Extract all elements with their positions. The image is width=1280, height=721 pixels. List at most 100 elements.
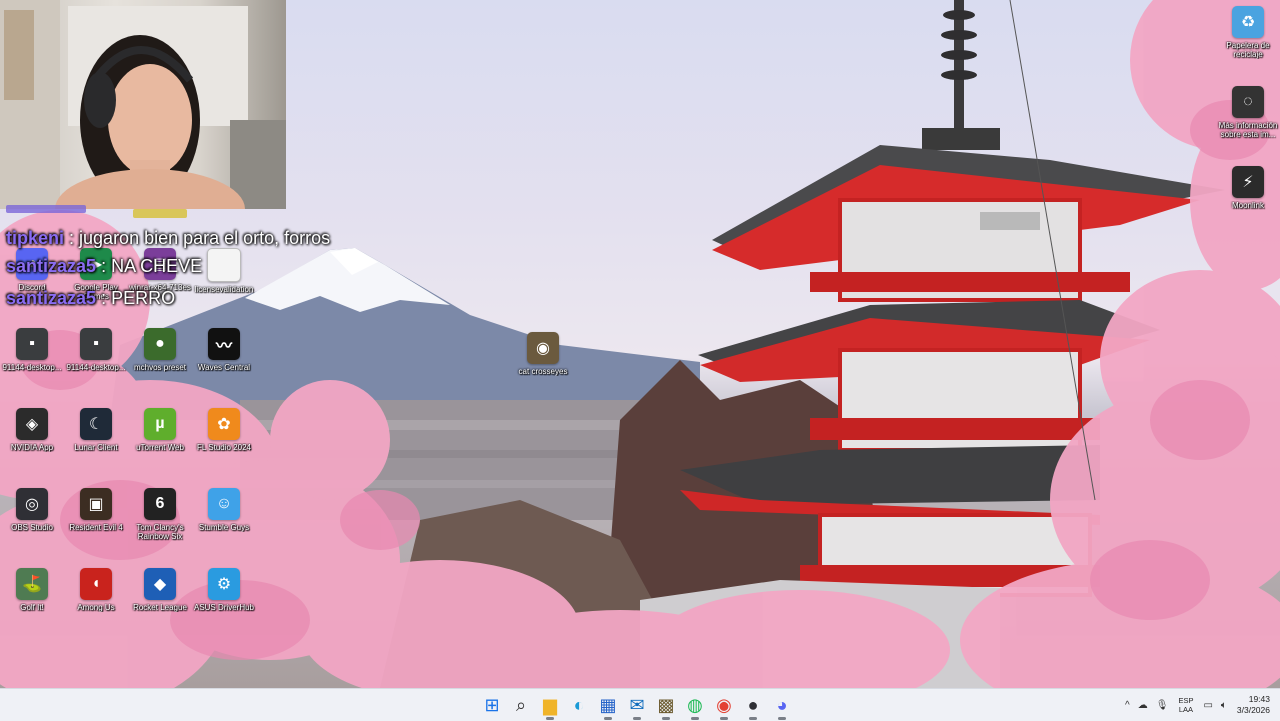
search-button[interactable]: ⌕ <box>509 693 533 717</box>
desktop-shortcut-label: ASUS DriverHub <box>193 603 254 612</box>
start-button[interactable]: ⊞ <box>480 693 504 717</box>
chat-text: : jugaron bien para el orto, forros <box>69 228 331 248</box>
network-icon[interactable]: ▭ <box>1203 700 1212 711</box>
asus-driverhub-icon: ⚙ <box>208 568 240 600</box>
desktop-shortcut[interactable]: ⛳ Golf It! <box>0 568 64 638</box>
system-tray: ^ ☁ 🎙︎ ESP LAA ▭ 🔈︎ 19:43 3/3/2026 <box>1121 689 1280 721</box>
desktop-shortcut[interactable]: 6 Tom Clancy's Rainbow Six <box>128 488 192 558</box>
file-explorer-button[interactable]: ▆ <box>538 693 562 720</box>
file-explorer-icon: ▆ <box>543 695 557 715</box>
nvidia-icon: ◈ <box>16 408 48 440</box>
start-icon: ⊞ <box>484 695 500 715</box>
moonlink-icon: ⚡ <box>1232 166 1264 198</box>
desktop-shortcut[interactable]: ◉ cat crosseyes <box>511 332 575 402</box>
desktop-shortcut[interactable]: ⚙ ASUS DriverHub <box>192 568 256 638</box>
desktop-shortcut-label: Moonlink <box>1231 201 1264 210</box>
show-hidden-icons-chevron[interactable]: ^ <box>1125 700 1130 711</box>
desktop-file-icon: ▪ <box>80 328 112 360</box>
desktop-shortcut[interactable]: ▪ 91144-desktop... <box>64 328 128 398</box>
utorrent-icon: µ <box>144 408 176 440</box>
chat-username: tipkeni <box>6 228 65 248</box>
desktop-shortcut-label: Papelera de reciclaje <box>1226 41 1270 59</box>
desktop-shortcut-label: Golf It! <box>20 603 44 612</box>
spotify-icon: ◍ <box>687 695 703 715</box>
fl-studio-icon: ✿ <box>208 408 240 440</box>
desktop-shortcut-label: Tom Clancy's Rainbow Six <box>136 523 184 541</box>
chat-message: santizaza5 : NA CHEVE <box>6 256 336 277</box>
desktop-shortcut-label: Waves Central <box>197 363 251 372</box>
edge-icon: ◐ <box>573 695 585 715</box>
info-camera-icon: ◌ <box>1232 86 1264 118</box>
desktop-shortcut[interactable]: ☾ Lunar Client <box>64 408 128 478</box>
stream-chat-overlay: tipkeni : jugaron bien para el orto, for… <box>6 228 336 320</box>
desktop-shortcut[interactable]: ▪ 91144-desktop... <box>0 328 64 398</box>
desktop-shortcut-label: cat crosseyes <box>518 367 568 376</box>
store-button[interactable]: ▦ <box>596 693 620 720</box>
clock[interactable]: 19:43 3/3/2026 <box>1237 694 1270 716</box>
desktop-file-icon: ▪ <box>16 328 48 360</box>
desktop-shortcut-label: 91144-desktop... <box>2 363 62 372</box>
chrome-icon: ◉ <box>716 695 732 715</box>
desktop-shortcut[interactable]: ✿ FL Studio 2024 <box>192 408 256 478</box>
chat-username: santizaza5 <box>6 256 97 276</box>
desktop-shortcut[interactable]: ☺ Stumble Guys <box>192 488 256 558</box>
desktop-shortcut[interactable]: ◌ Más información sobre esta im... <box>1216 86 1280 156</box>
desktop-shortcut-label: Stumble Guys <box>198 523 250 532</box>
desktop-shortcut[interactable]: ⚡ Moonlink <box>1216 166 1280 236</box>
discord-button[interactable]: ◕ <box>770 693 794 720</box>
desktop-shortcut-label: Lunar Client <box>74 443 118 452</box>
resident-evil-icon: ▣ <box>80 488 112 520</box>
desktop-shortcut-label: Resident Evil 4 <box>69 523 123 532</box>
clock-date: 3/3/2026 <box>1236 705 1270 715</box>
desktop-shortcut-label: OBS Studio <box>11 523 53 532</box>
desktop-shortcut[interactable]: ▣ Resident Evil 4 <box>64 488 128 558</box>
chat-faded-line <box>6 205 86 213</box>
desktop-shortcut[interactable]: ◎ OBS Studio <box>0 488 64 558</box>
obs-icon: ◎ <box>16 488 48 520</box>
spotify-button[interactable]: ◍ <box>683 693 707 720</box>
obs-icon: ● <box>747 695 759 715</box>
taskbar: ⊞ ⌕ ▆ ◐ ▦ ✉ ▩ ◍ ◉ ● ◕ ^ ☁ 🎙︎ ESP LAA ▭ 🔈︎ 19:43 3/… <box>0 688 1280 721</box>
rocket-league-icon: ◆ <box>144 568 176 600</box>
image-file-icon: ◉ <box>527 332 559 364</box>
desktop-shortcut[interactable]: ♻ Papelera de reciclaje <box>1216 6 1280 76</box>
minecraft-icon: ▩ <box>657 695 675 715</box>
clock-time: 19:43 <box>1248 694 1270 704</box>
desktop-shortcut[interactable]: µ uTorrent Web <box>128 408 192 478</box>
webcam-person <box>0 0 286 209</box>
recycle-bin-icon: ♻ <box>1232 6 1264 38</box>
desktop-shortcut[interactable]: ◆ Rocket League <box>128 568 192 638</box>
onedrive-icon[interactable]: ☁ <box>1138 700 1148 711</box>
edge-button[interactable]: ◐ <box>567 693 591 717</box>
desktop-shortcut[interactable]: 〰 Waves Central <box>192 328 256 398</box>
language-indicator[interactable]: ESP LAA <box>1178 696 1193 714</box>
keyboard-layout: LAA <box>1178 705 1194 714</box>
desktop-shortcut-label: Among Us <box>77 603 115 612</box>
volume-icon[interactable]: 🔈︎ <box>1221 700 1227 711</box>
desktop-shortcut-label: NVIDIA App <box>10 443 54 452</box>
chat-faded-emote <box>133 209 187 218</box>
stumble-guys-icon: ☺ <box>208 488 240 520</box>
desktop-shortcut[interactable]: ◖ Among Us <box>64 568 128 638</box>
desktop-shortcut[interactable]: ● mchvos preset <box>128 328 192 398</box>
desktop-shortcut-label: FL Studio 2024 <box>197 443 251 452</box>
rainbow-six-icon: 6 <box>144 488 176 520</box>
desktop-shortcut[interactable]: ◈ NVIDIA App <box>0 408 64 478</box>
preset-icon: ● <box>144 328 176 360</box>
obs-button[interactable]: ● <box>741 693 765 720</box>
desktop-shortcut-label: Rocket League <box>133 603 187 612</box>
golf-it-icon: ⛳ <box>16 568 48 600</box>
desktop-shortcut-label: uTorrent Web <box>136 443 184 452</box>
minecraft-button[interactable]: ▩ <box>654 693 678 720</box>
chat-message: tipkeni : jugaron bien para el orto, for… <box>6 228 336 249</box>
outlook-button[interactable]: ✉ <box>625 693 649 720</box>
store-icon: ▦ <box>599 695 617 715</box>
outlook-icon: ✉ <box>629 695 645 715</box>
discord-icon: ◕ <box>776 695 788 715</box>
chrome-button[interactable]: ◉ <box>712 693 736 720</box>
chat-text: : PERRO <box>101 288 176 308</box>
chat-text: : NA CHEVE <box>101 256 203 276</box>
desktop-shortcut-label: Más información sobre esta im... <box>1218 121 1278 139</box>
microphone-icon[interactable]: 🎙︎ <box>1156 700 1169 711</box>
search-icon: ⌕ <box>515 695 527 715</box>
